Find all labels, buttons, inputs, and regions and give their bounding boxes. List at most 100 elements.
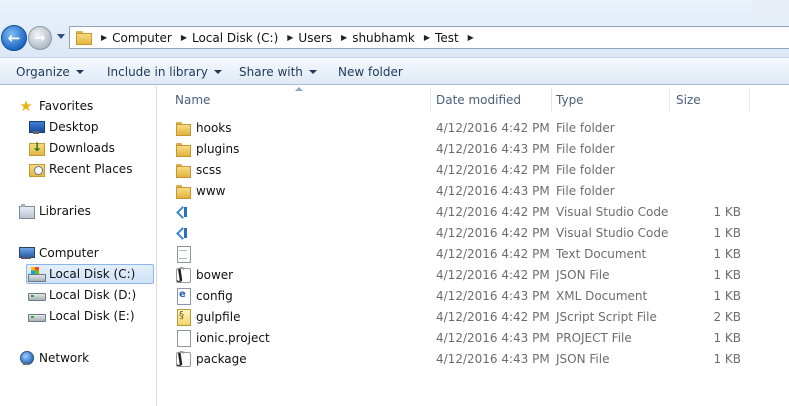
nav-local-disk-d[interactable]: Local Disk (D:) [28, 285, 136, 305]
file-row[interactable]: gulpfile 4/12/2016 4:42 PM JScript Script … [158, 307, 789, 328]
xml-document-icon [175, 288, 191, 305]
breadcrumb-local-disk-c[interactable]: Local Disk (C:) [192, 31, 278, 45]
file-date-modified: 4/12/2016 4:43 PM [436, 142, 550, 156]
column-header-type[interactable]: Type [556, 88, 669, 112]
recent-places-icon [28, 161, 45, 177]
nav-downloads[interactable]: Downloads [28, 138, 115, 158]
chevron-down-icon [75, 70, 84, 74]
new-folder-button[interactable]: New folder [338, 61, 403, 83]
file-row[interactable]: ionic.project 4/12/2016 4:43 PM PROJECT Fi… [158, 328, 789, 349]
windows-drive-icon [28, 266, 46, 282]
back-button[interactable]: ← [1, 25, 27, 51]
column-divider[interactable] [430, 88, 431, 112]
drive-icon [28, 308, 46, 324]
nav-local-disk-c[interactable]: Local Disk (C:) [26, 264, 154, 284]
breadcrumb-separator-icon[interactable]: ▶ [341, 33, 347, 42]
nav-local-disk-e[interactable]: Local Disk (E:) [28, 306, 135, 326]
file-name: ionic.project [196, 331, 270, 345]
file-row[interactable]: hooks 4/12/2016 4:42 PM File folder [158, 118, 789, 139]
nav-label: Downloads [49, 141, 115, 155]
file-size [681, 160, 741, 181]
nav-libraries[interactable]: Libraries [18, 201, 91, 221]
column-header-label: Name [175, 93, 211, 107]
breadcrumb-users[interactable]: Users [298, 31, 332, 45]
breadcrumb-separator-icon[interactable]: ▶ [468, 33, 474, 42]
text-document-icon [175, 246, 191, 263]
column-divider[interactable] [669, 88, 670, 112]
folder-icon [175, 141, 191, 157]
file-name: gulpfile [196, 310, 241, 324]
column-header-name[interactable]: Name [175, 88, 430, 112]
file-size: 1 KB [713, 289, 741, 303]
file-row[interactable]: 4/12/2016 4:42 PM Text Document 1 KB [158, 244, 789, 265]
breadcrumb-test[interactable]: Test [435, 31, 459, 45]
file-row[interactable]: 4/12/2016 4:42 PM Visual Studio Code 1 KB [158, 223, 789, 244]
file-type: Visual Studio Code [556, 226, 669, 240]
column-divider[interactable] [551, 88, 552, 112]
file-name: www [196, 184, 226, 198]
file-size: 1 KB [713, 247, 741, 261]
file-size: 1 KB [713, 268, 741, 282]
file-date-modified: 4/12/2016 4:43 PM [436, 331, 550, 345]
file-size [681, 118, 741, 139]
nav-computer[interactable]: Computer [18, 243, 99, 263]
breadcrumb-shubhamk[interactable]: shubhamk [352, 31, 415, 45]
file-row[interactable]: www 4/12/2016 4:43 PM File folder [158, 181, 789, 202]
breadcrumb-computer[interactable]: Computer [112, 31, 172, 45]
forward-button[interactable]: → [28, 26, 52, 50]
chevron-down-icon [213, 70, 222, 74]
column-divider[interactable] [749, 88, 750, 112]
folder-icon [175, 120, 191, 136]
address-bar[interactable]: ▶ Computer ▶ Local Disk (C:) ▶ Users ▶ s… [69, 26, 789, 49]
nav-label: Favorites [39, 99, 94, 113]
nav-label: Local Disk (C:) [49, 267, 136, 281]
column-header-label: Type [556, 93, 584, 107]
json-file-icon [175, 265, 191, 283]
file-date-modified: 4/12/2016 4:42 PM [436, 121, 550, 135]
command-bar: Organize Include in library Share with N… [0, 57, 789, 85]
column-header-date-modified[interactable]: Date modified [436, 88, 551, 112]
file-name: bower [196, 268, 234, 282]
new-folder-label: New folder [338, 65, 403, 79]
file-date-modified: 4/12/2016 4:42 PM [436, 205, 550, 219]
breadcrumb-separator-icon[interactable]: ▶ [424, 33, 430, 42]
folder-icon [175, 183, 191, 199]
breadcrumb-separator-icon[interactable]: ▶ [101, 33, 107, 42]
nav-favorites[interactable]: ★ Favorites [18, 96, 93, 116]
folder-icon [76, 31, 92, 45]
organize-button[interactable]: Organize [16, 61, 84, 83]
vscode-file-icon [175, 204, 191, 220]
file-type: Visual Studio Code [556, 205, 669, 219]
share-with-label: Share with [239, 65, 303, 79]
nav-label: Network [39, 351, 90, 365]
file-row[interactable]: package 4/12/2016 4:43 PM JSON File 1 KB [158, 349, 789, 370]
file-type: JSON File [556, 352, 610, 366]
column-header-size[interactable]: Size [676, 88, 746, 112]
file-row[interactable]: bower 4/12/2016 4:42 PM JSON File 1 KB [158, 265, 789, 286]
file-date-modified: 4/12/2016 4:42 PM [436, 226, 550, 240]
nav-network[interactable]: Network [18, 348, 89, 368]
file-date-modified: 4/12/2016 4:42 PM [436, 247, 550, 261]
file-name: config [196, 289, 233, 303]
drive-icon [28, 287, 46, 303]
nav-recent-places[interactable]: Recent Places [28, 159, 132, 179]
file-row[interactable]: config 4/12/2016 4:43 PM XML Document 1 KB [158, 286, 789, 307]
nav-label: Desktop [49, 120, 99, 134]
forward-arrow-icon: → [34, 30, 46, 46]
breadcrumb-separator-icon[interactable]: ▶ [181, 33, 187, 42]
file-row[interactable]: plugins 4/12/2016 4:43 PM File folder [158, 139, 789, 160]
nav-desktop[interactable]: Desktop [28, 117, 99, 137]
file-type: File folder [556, 163, 615, 177]
file-row[interactable]: scss 4/12/2016 4:42 PM File folder [158, 160, 789, 181]
file-type: File folder [556, 142, 615, 156]
breadcrumb-separator-icon[interactable]: ▶ [287, 33, 293, 42]
recent-pages-dropdown-icon[interactable] [57, 34, 65, 39]
organize-label: Organize [16, 65, 70, 79]
file-date-modified: 4/12/2016 4:42 PM [436, 163, 550, 177]
share-with-button[interactable]: Share with [239, 61, 317, 83]
file-size: 2 KB [713, 310, 741, 324]
include-in-library-button[interactable]: Include in library [107, 61, 222, 83]
file-row[interactable]: 4/12/2016 4:42 PM Visual Studio Code 1 KB [158, 202, 789, 223]
nav-label: Local Disk (D:) [49, 288, 137, 302]
file-date-modified: 4/12/2016 4:43 PM [436, 184, 550, 198]
